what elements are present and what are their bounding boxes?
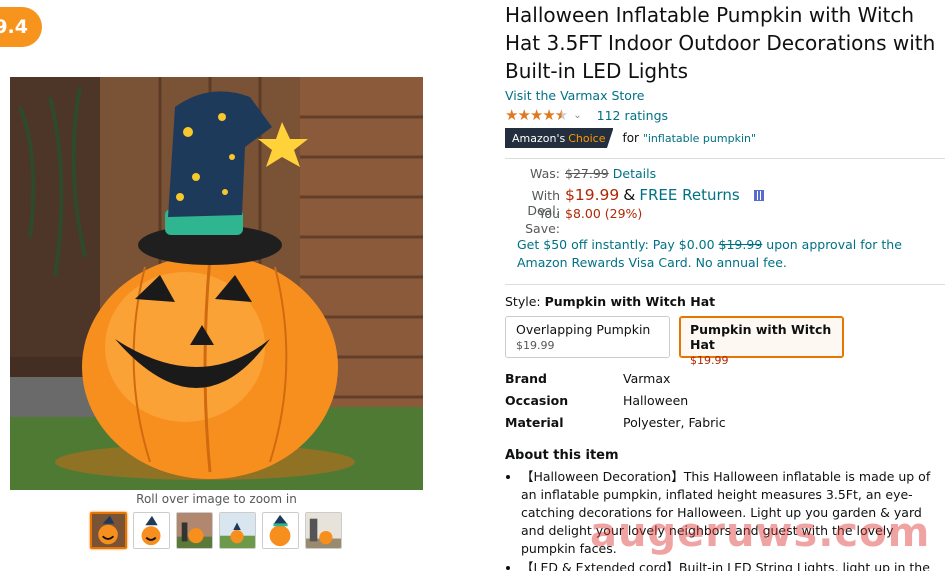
- amazons-choice-row: Amazon's Choice for "inflatable pumpkin": [505, 128, 945, 148]
- was-price-row: Was: $27.99 Details: [530, 166, 657, 181]
- product-main-image[interactable]: [10, 77, 423, 490]
- list-item: 【Halloween Decoration】This Halloween inf…: [521, 468, 935, 558]
- style-options: Overlapping Pumpkin $19.99 Pumpkin with …: [505, 316, 945, 367]
- choice-keyword-link[interactable]: "inflatable pumpkin": [643, 132, 756, 145]
- divider: [505, 158, 945, 159]
- store-link[interactable]: Visit the Varmax Store: [505, 88, 645, 103]
- choice-for-text: for "inflatable pumpkin": [622, 131, 757, 145]
- chevron-down-icon[interactable]: ⌄: [573, 110, 581, 121]
- details-link[interactable]: Details: [613, 166, 656, 181]
- deal-price-row: With Deal: $19.99 & FREE Returns: [505, 186, 945, 218]
- style-label: Style: Pumpkin with Witch Hat: [505, 294, 716, 309]
- was-price: $27.99: [565, 166, 609, 181]
- divider: [505, 284, 945, 285]
- spec-row: Brand Varmax: [505, 371, 671, 386]
- spec-row: Material Polyester, Fabric: [505, 415, 726, 430]
- calculator-icon[interactable]: [753, 190, 764, 201]
- free-returns-link[interactable]: FREE Returns: [639, 186, 739, 204]
- thumbnail-5[interactable]: [262, 512, 299, 549]
- rating-row: ★★★★ ★ ⌄ 112 ratings: [505, 106, 945, 124]
- thumbnail-4[interactable]: [219, 512, 256, 549]
- thumbnail-1[interactable]: [90, 512, 127, 549]
- ratings-count-link[interactable]: 112 ratings: [597, 108, 668, 123]
- star-rating-icon[interactable]: ★★★★ ★: [505, 106, 568, 124]
- card-promo[interactable]: Get $50 off instantly: Pay $0.00 $19.99 …: [517, 236, 932, 272]
- pumpkin-photo: [10, 77, 423, 490]
- deal-price: $19.99: [565, 186, 620, 204]
- thumbnail-strip: [90, 512, 342, 549]
- thumbnail-2[interactable]: [133, 512, 170, 549]
- product-info-panel: Halloween Inflatable Pumpkin with Witch …: [505, 0, 945, 571]
- price-block: Was: $27.99 Details With Deal: $19.99 & …: [505, 166, 945, 236]
- product-specs: Brand Varmax Occasion Halloween Material Po…: [505, 371, 945, 437]
- amazons-choice-badge: Amazon's Choice: [505, 128, 614, 148]
- savings-row: You Save: $8.00 (29%): [525, 206, 643, 236]
- thumbnail-6[interactable]: [305, 512, 342, 549]
- score-badge: 9.4: [0, 7, 42, 47]
- style-option-overlapping-pumpkin[interactable]: Overlapping Pumpkin $19.99: [505, 316, 670, 358]
- zoom-hint: Roll over image to zoom in: [136, 492, 297, 506]
- about-bullets: 【Halloween Decoration】This Halloween inf…: [505, 468, 935, 571]
- thumbnail-3[interactable]: [176, 512, 213, 549]
- spec-row: Occasion Halloween: [505, 393, 689, 408]
- list-item: 【LED & Extended cord】Built-in LED String…: [521, 559, 935, 571]
- about-title: About this item: [505, 448, 619, 463]
- style-option-pumpkin-witch-hat[interactable]: Pumpkin with Witch Hat $19.99: [679, 316, 844, 367]
- savings-value: $8.00 (29%): [565, 206, 643, 221]
- product-title: Halloween Inflatable Pumpkin with Witch …: [505, 3, 936, 83]
